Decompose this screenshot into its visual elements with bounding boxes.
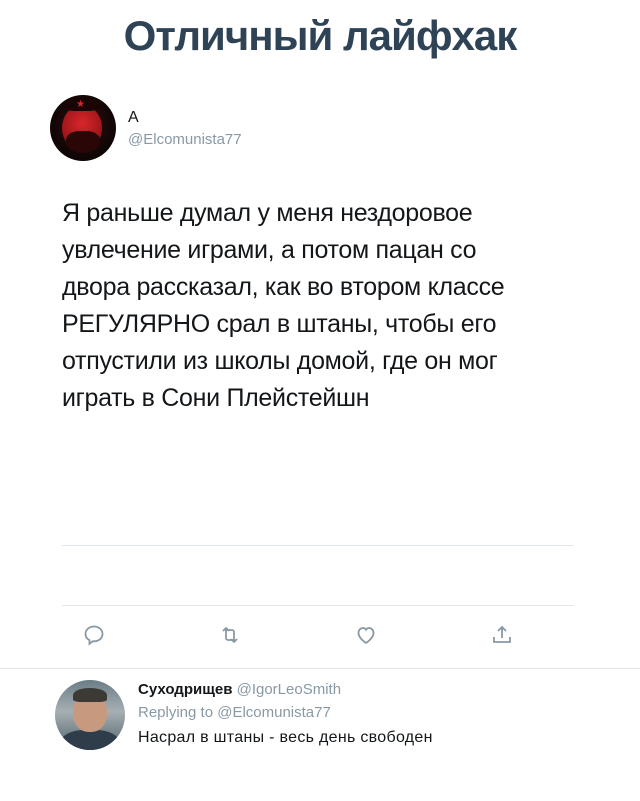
- page-headline: Отличный лайфхак: [123, 12, 518, 59]
- author-name[interactable]: А: [128, 109, 242, 127]
- star-icon: ★: [76, 99, 85, 110]
- author-handle[interactable]: @Elcomunista77: [128, 131, 242, 148]
- replying-to-handle[interactable]: @Elcomunista77: [217, 704, 331, 721]
- avatar-beard: [66, 131, 100, 153]
- reply-author-avatar[interactable]: [55, 680, 125, 750]
- avatar-body: [61, 730, 119, 750]
- reply-icon: [84, 625, 104, 646]
- reply-content: Суходрищев @IgorLeoSmith Replying to @El…: [138, 680, 608, 749]
- actions-divider: [62, 605, 574, 606]
- reply-author-name[interactable]: Суходрищев: [138, 681, 232, 698]
- author-avatar[interactable]: ★: [50, 95, 116, 161]
- retweet-button[interactable]: [212, 617, 248, 653]
- like-button[interactable]: [348, 617, 384, 653]
- reply-author-line: Суходрищев @IgorLeoSmith: [138, 680, 608, 700]
- tweet-header: ★ А @Elcomunista77: [50, 95, 242, 161]
- share-icon: [493, 625, 511, 643]
- reply-text: Насрал в штаны - весь день свободен: [138, 729, 433, 746]
- like-icon: [357, 627, 375, 645]
- retweet-icon: [222, 626, 238, 644]
- author-block: А @Elcomunista77: [128, 109, 242, 148]
- reply-button[interactable]: [76, 617, 112, 653]
- tweet-divider: [62, 545, 574, 546]
- replying-to-line: Replying to @Elcomunista77: [138, 702, 608, 724]
- tweet-text: Я раньше думал у меня нездоровое увлечен…: [62, 199, 505, 412]
- replying-to-label: Replying to: [138, 704, 214, 721]
- reply-author-handle[interactable]: @IgorLeoSmith: [237, 681, 341, 698]
- tweet-actions: [62, 617, 574, 653]
- avatar-hair: [73, 688, 107, 702]
- share-button[interactable]: [484, 617, 520, 653]
